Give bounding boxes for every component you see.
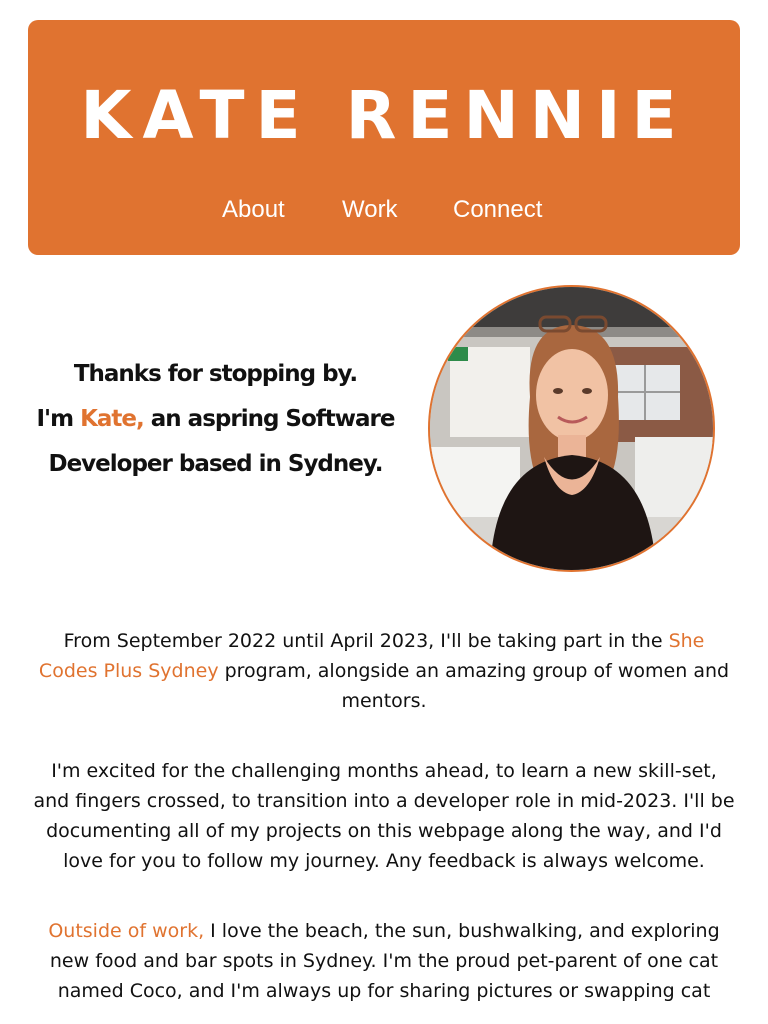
bio-paragraph-hobbies: Outside of work, I love the beach, the s… [28, 916, 740, 1006]
outside-work-link[interactable]: Outside of work, [48, 920, 204, 942]
intro-line-greeting: Thanks for stopping by. [73, 361, 358, 387]
intro-line-location: Developer based in Sydney. [48, 451, 383, 477]
intro-name-highlight: Kate, [80, 406, 145, 432]
profile-photo [428, 285, 715, 572]
bio-paragraph-goals: I'm excited for the challenging months a… [33, 760, 735, 872]
site-header: KATE RENNIE About Work Connect [28, 20, 740, 255]
intro-line-name: I'm Kate, an aspring Software [28, 397, 403, 442]
intro-role: an aspring Software [143, 406, 396, 432]
nav-link-about[interactable]: About [222, 192, 285, 228]
nav-link-work[interactable]: Work [342, 192, 398, 228]
bio-text: From September 2022 until April 2023, I'… [63, 630, 669, 652]
intro-heading: Thanks for stopping by. I'm Kate, an asp… [28, 352, 403, 487]
bio-section: From September 2022 until April 2023, I'… [28, 626, 740, 1024]
intro-prefix: I'm [36, 406, 81, 432]
nav-link-connect[interactable]: Connect [453, 192, 542, 228]
bio-paragraph-program: From September 2022 until April 2023, I'… [28, 626, 740, 716]
profile-photo-icon [430, 287, 713, 570]
bio-text: program, alongside an amazing group of w… [218, 660, 730, 712]
site-title: KATE RENNIE [80, 77, 688, 154]
main-nav: About Work Connect [28, 192, 740, 228]
